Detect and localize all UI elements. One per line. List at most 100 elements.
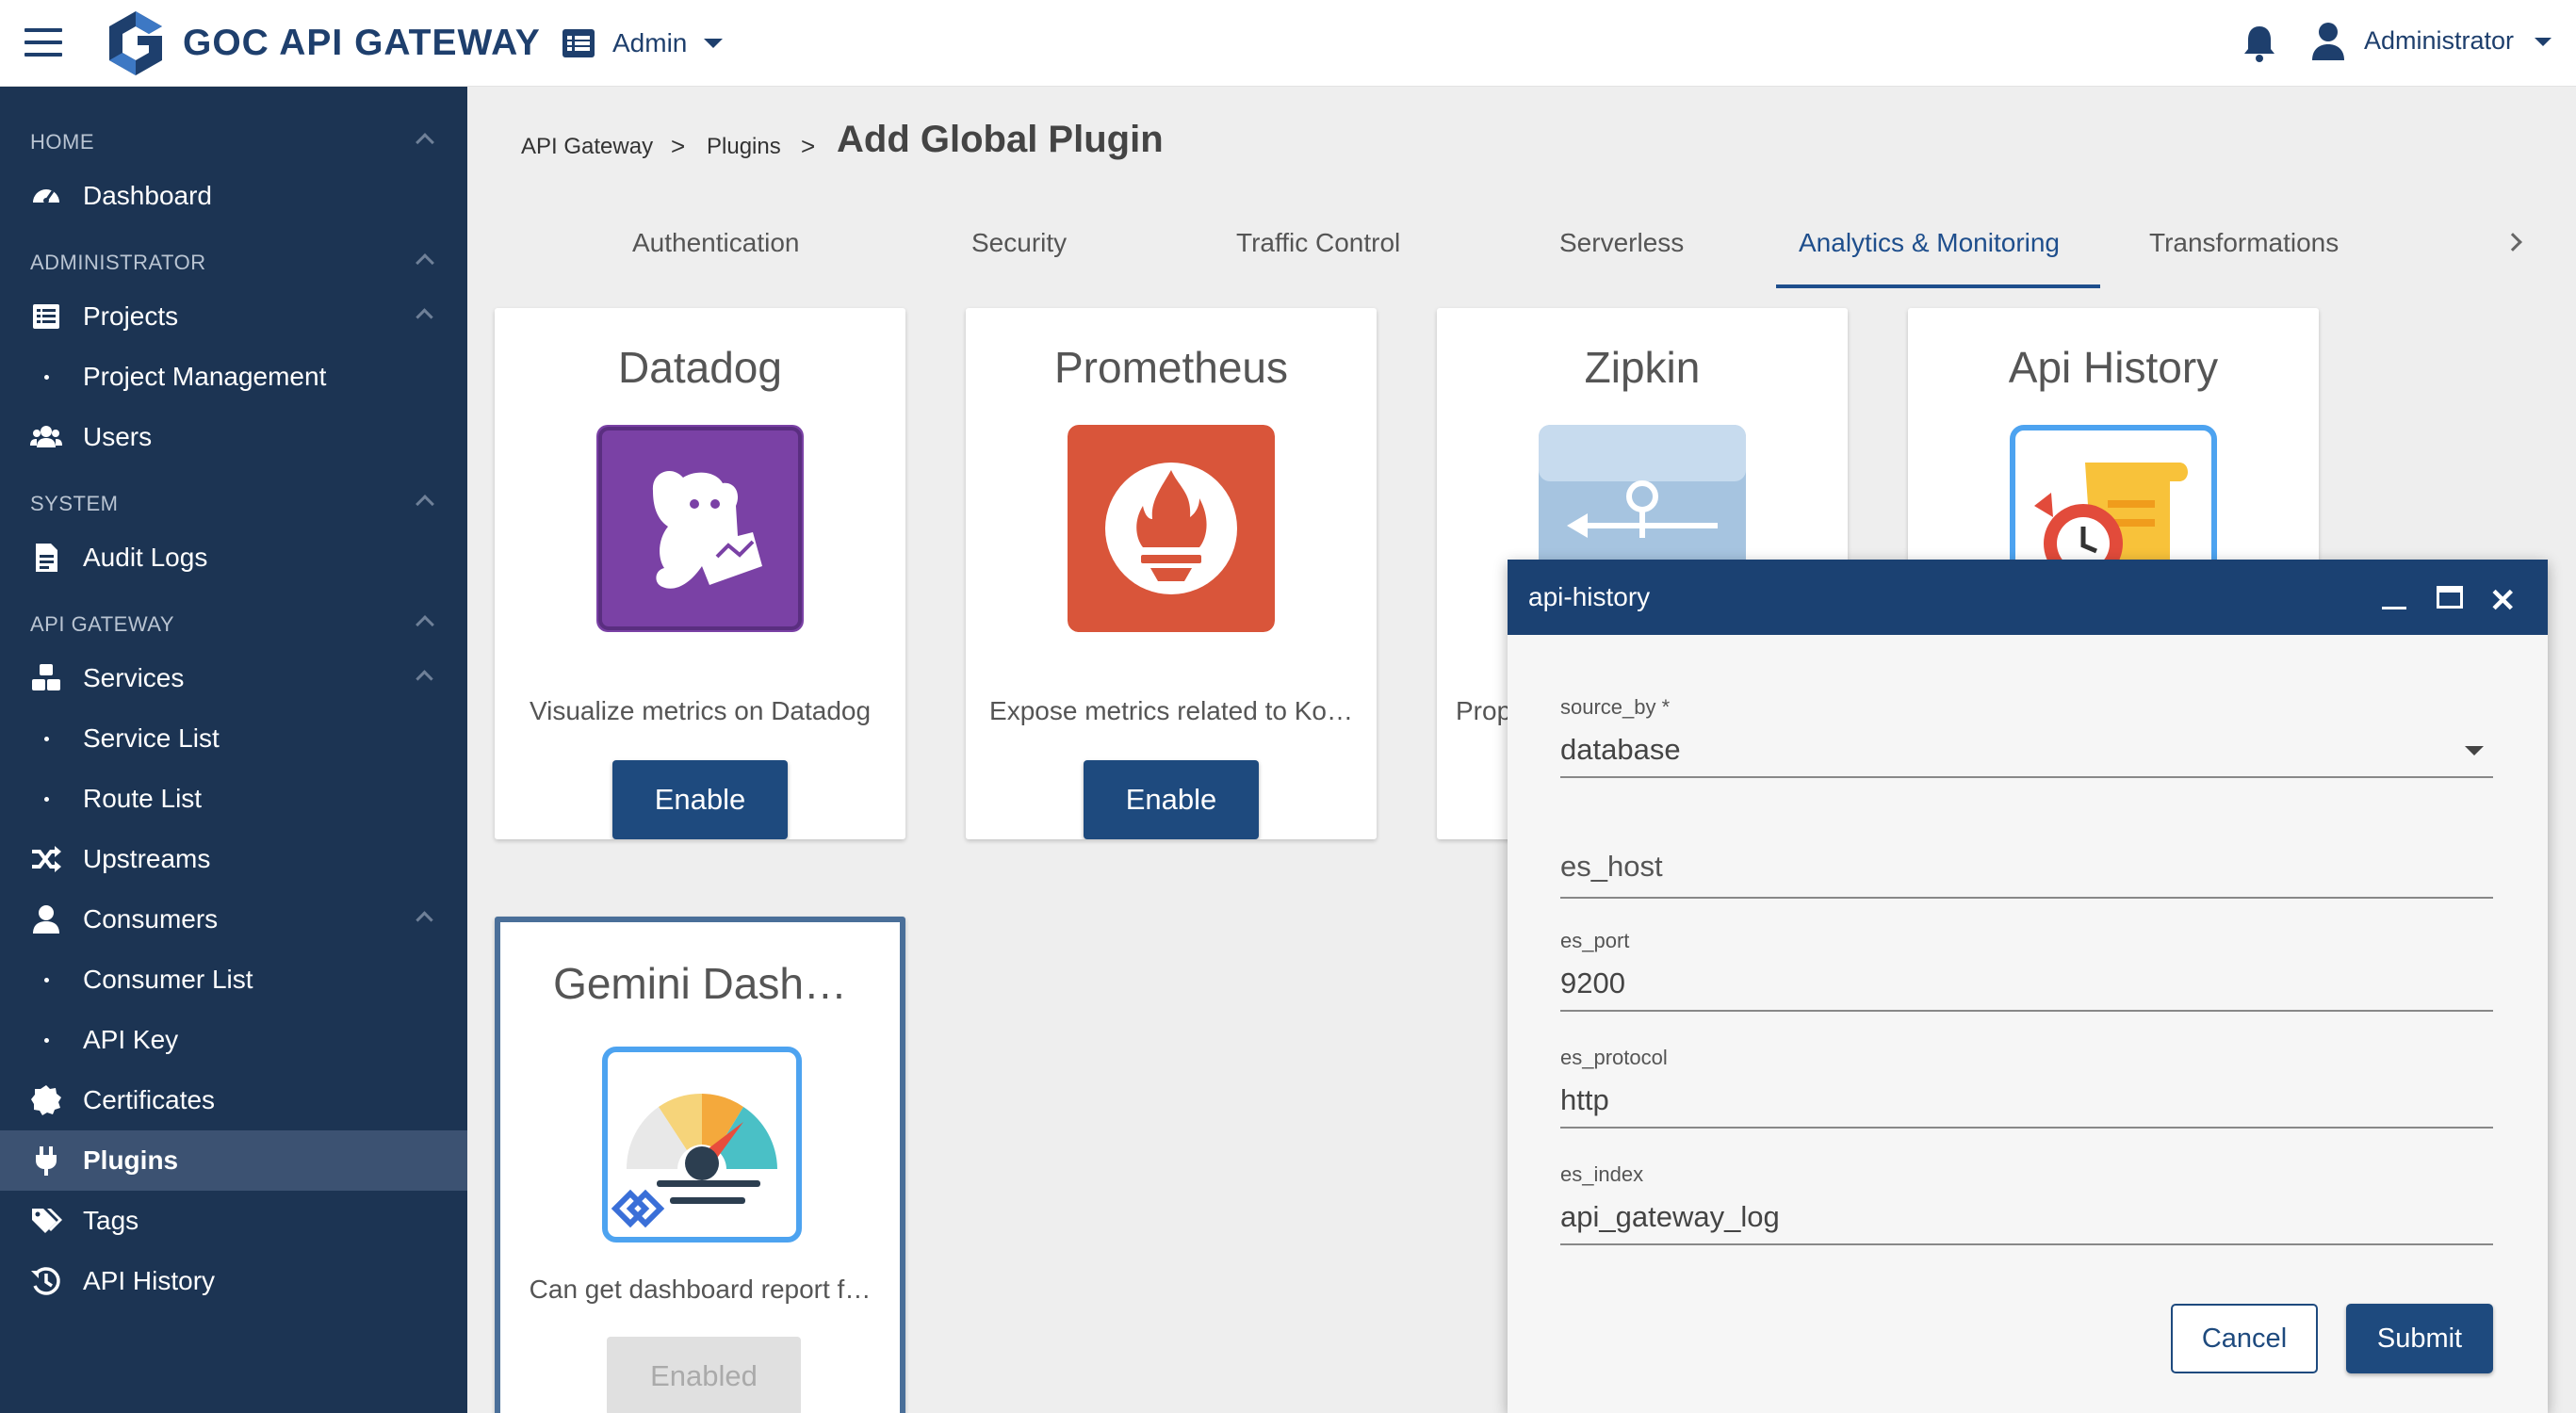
plugin-title: Prometheus [1053,343,1288,392]
tab-traffic-control[interactable]: Traffic Control [1236,228,1400,258]
user-icon[interactable] [2310,21,2346,62]
plugin-description: Visualize metrics on Datadog [529,696,872,725]
tags-icon [32,1209,62,1233]
breadcrumb-separator: > [801,132,816,160]
sidebar-item-tags[interactable]: Tags [0,1191,467,1251]
user-icon [33,905,59,934]
sidebar-item-label: Plugins [83,1145,179,1175]
dialog-header: api-history ✕ [1508,560,2548,635]
chevron-up-icon[interactable] [416,495,434,513]
sidebar-item-route-list[interactable]: Route List [0,769,467,829]
brand-title: GOC API GATEWAY [183,23,541,63]
admin-switch[interactable]: Admin [562,23,724,64]
field-label: source_by * [1560,695,1671,719]
sidebar-item-certificates[interactable]: Certificates [0,1070,467,1130]
sidebar-item-label: Upstreams [83,844,211,873]
enabled-button[interactable]: Enabled [607,1337,801,1413]
cancel-button[interactable]: Cancel [2171,1304,2318,1373]
sidebar-section-administrator: ADMINISTRATOR [30,251,206,274]
chevron-up-icon[interactable] [416,615,434,634]
active-tab-indicator [1776,284,2100,288]
sidebar-item-service-list[interactable]: Service List [0,708,467,769]
es-protocol-field[interactable]: es_protocol http [1560,1046,2493,1134]
es-index-field[interactable]: es_index api_gateway_log [1560,1162,2493,1251]
plug-icon [36,1146,57,1176]
field-underline [1560,897,2493,899]
breadcrumb-item-plugins[interactable]: Plugins [707,134,781,160]
minimize-icon[interactable] [2382,607,2406,609]
sidebar-item-label: Audit Logs [83,543,208,572]
sidebar: HOME Dashboard ADMINISTRATOR Projects Pr… [0,87,467,1413]
tab-serverless[interactable]: Serverless [1559,228,1684,258]
sidebar-item-services[interactable]: Services [0,648,467,708]
bell-icon[interactable] [2241,23,2278,64]
menu-icon[interactable] [24,28,62,57]
submit-button[interactable]: Submit [2346,1304,2493,1373]
chevron-down-icon[interactable] [2535,38,2552,46]
bullet-icon [44,977,49,983]
plugin-description: Expose metrics related to Ko… [989,696,1353,725]
list-icon [562,29,595,57]
plugin-card-prometheus: Prometheus Expose metrics related to Ko…… [966,308,1377,839]
chevron-up-icon[interactable] [416,133,434,152]
bullet-icon [44,374,49,380]
field-value: 9200 [1560,966,1625,999]
field-value: api_gateway_log [1560,1200,1780,1233]
enable-button[interactable]: Enable [1084,760,1259,839]
user-name[interactable]: Administrator [2364,26,2514,56]
dashboard-icon [33,189,59,203]
tab-security[interactable]: Security [971,228,1067,258]
chevron-down-icon [2465,746,2484,755]
tab-analytics-monitoring[interactable]: Analytics & Monitoring [1799,228,2060,258]
tab-authentication[interactable]: Authentication [632,228,799,258]
field-label: es_port [1560,929,1630,952]
plugin-card-gemini-dashboard: Gemini Dash… Can get dashboard report f…… [495,917,905,1413]
users-icon [30,426,62,447]
sidebar-item-project-management[interactable]: Project Management [0,347,467,407]
plugin-description: Can get dashboard report f… [529,1275,872,1304]
field-value: database [1560,733,1681,766]
chevron-up-icon[interactable] [416,253,434,272]
sidebar-item-plugins[interactable]: Plugins [0,1130,467,1191]
sidebar-item-label: Services [83,663,185,692]
breadcrumb-item-api-gateway[interactable]: API Gateway [521,134,653,160]
sidebar-item-consumers[interactable]: Consumers [0,889,467,950]
document-icon [36,544,57,572]
sidebar-item-api-key[interactable]: API Key [0,1010,467,1070]
field-underline [1560,1127,2493,1129]
chevron-up-icon [416,669,433,688]
sidebar-item-label: Projects [83,301,179,331]
sidebar-item-projects[interactable]: Projects [0,286,467,347]
sidebar-item-audit-logs[interactable]: Audit Logs [0,528,467,588]
close-icon[interactable]: ✕ [2489,582,2517,620]
dialog-title: api-history [1528,582,1651,611]
sidebar-item-dashboard[interactable]: Dashboard [0,166,467,226]
es-host-field[interactable]: es_host [1560,842,2493,901]
breadcrumb-separator: > [671,132,686,160]
enable-button[interactable]: Enable [612,760,788,839]
api-history-dialog: api-history ✕ source_by * database es_ho… [1508,560,2548,1413]
tab-transformations[interactable]: Transformations [2149,228,2339,258]
shuffle-icon [32,846,61,872]
sidebar-item-upstreams[interactable]: Upstreams [0,829,467,889]
source-by-select[interactable]: source_by * database [1560,695,2493,780]
field-underline [1560,1010,2493,1012]
sidebar-item-consumer-list[interactable]: Consumer List [0,950,467,1010]
gemini-dashboard-icon [602,1047,802,1242]
field-value: http [1560,1083,1609,1116]
sidebar-item-api-history[interactable]: API History [0,1251,467,1311]
chevron-right-icon[interactable] [2503,233,2522,252]
sidebar-item-label: API Key [83,1025,179,1054]
es-port-field[interactable]: es_port 9200 [1560,929,2493,1017]
plugin-title: Gemini Dash… [553,959,847,1008]
page-title: Add Global Plugin [837,119,1164,160]
sidebar-item-label: Consumer List [83,965,253,994]
sidebar-item-label: Project Management [83,362,327,391]
list-icon [33,304,59,329]
sidebar-item-users[interactable]: Users [0,407,467,467]
sidebar-item-label: Tags [83,1206,139,1235]
maximize-icon[interactable] [2437,586,2463,609]
field-underline [1560,1243,2493,1245]
chevron-up-icon [416,307,433,326]
plugin-title: Datadog [618,343,782,392]
